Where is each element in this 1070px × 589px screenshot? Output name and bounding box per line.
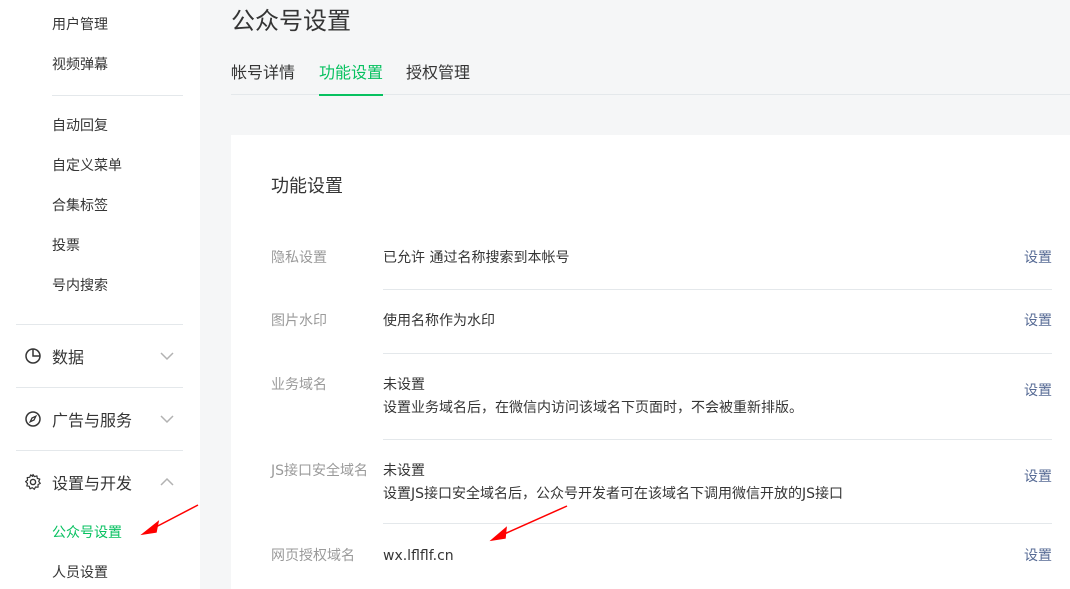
sidebar: 用户管理 视频弹幕 自动回复 自定义菜单 合集标签 投票 号内搜索 数据 广告与…: [0, 0, 200, 589]
pie-chart-icon: [24, 347, 42, 365]
chevron-down-icon: [158, 410, 176, 428]
function-settings-card: 功能设置 隐私设置 已允许 通过名称搜索到本帐号 设置 图片水印 使用名称作为水…: [231, 135, 1070, 589]
sidebar-group-label: 广告与服务: [52, 411, 133, 430]
sidebar-item-collection-tags[interactable]: 合集标签: [52, 196, 108, 216]
settings-row-watermark: 图片水印 使用名称作为水印 设置: [271, 290, 1052, 354]
tab-function-settings[interactable]: 功能设置: [319, 61, 384, 96]
sidebar-group-data[interactable]: 数据: [24, 344, 184, 368]
row-value: wx.lflflf.cn: [383, 548, 454, 564]
sidebar-item-video-danmaku[interactable]: 视频弹幕: [52, 55, 108, 75]
sidebar-divider: [52, 95, 183, 96]
sidebar-group-ads-services[interactable]: 广告与服务: [24, 407, 184, 431]
sidebar-item-user-management[interactable]: 用户管理: [52, 15, 108, 35]
row-label: 图片水印: [271, 313, 327, 329]
sidebar-divider: [16, 324, 183, 325]
settings-link[interactable]: 设置: [1024, 248, 1052, 268]
tab-authorization-management[interactable]: 授权管理: [406, 61, 470, 94]
sidebar-group-label: 设置与开发: [52, 474, 133, 493]
row-value: 使用名称作为水印: [383, 313, 495, 329]
sidebar-item-staff-settings[interactable]: 人员设置: [52, 563, 108, 583]
sidebar-divider: [16, 450, 183, 451]
row-value-description: 设置业务域名后，在微信内访问该域名下页面时，不会被重新排版。: [383, 400, 803, 416]
compass-icon: [24, 410, 42, 428]
settings-row-business-domain: 业务域名 未设置 设置业务域名后，在微信内访问该域名下页面时，不会被重新排版。 …: [271, 354, 1052, 440]
sidebar-item-in-account-search[interactable]: 号内搜索: [52, 276, 108, 296]
chevron-up-icon: [158, 473, 176, 491]
row-label: JS接口安全域名: [271, 463, 369, 479]
row-value-description: 设置JS接口安全域名后，公众号开发者可在该域名下调用微信开放的JS接口: [383, 486, 844, 502]
sidebar-divider: [16, 387, 183, 388]
tab-bar: 帐号详情 功能设置 授权管理: [231, 52, 1070, 96]
sidebar-item-vote[interactable]: 投票: [52, 236, 80, 256]
settings-link[interactable]: 设置: [1024, 381, 1052, 401]
row-label: 隐私设置: [271, 250, 327, 266]
settings-row-js-safe-domain: JS接口安全域名 未设置 设置JS接口安全域名后，公众号开发者可在该域名下调用微…: [271, 440, 1052, 524]
settings-link[interactable]: 设置: [1024, 311, 1052, 331]
row-value: 已允许 通过名称搜索到本帐号: [383, 250, 570, 266]
row-label: 业务域名: [271, 377, 327, 393]
sidebar-group-settings-dev[interactable]: 设置与开发: [24, 470, 184, 494]
sidebar-group-label: 数据: [52, 348, 85, 367]
settings-link[interactable]: 设置: [1024, 467, 1052, 487]
sidebar-item-account-settings[interactable]: 公众号设置: [52, 523, 122, 543]
sidebar-item-custom-menu[interactable]: 自定义菜单: [52, 156, 122, 176]
chevron-down-icon: [158, 347, 176, 365]
card-title: 功能设置: [271, 176, 343, 197]
sidebar-item-auto-reply[interactable]: 自动回复: [52, 116, 108, 136]
row-value-status: 未设置: [383, 463, 425, 479]
tab-account-details[interactable]: 帐号详情: [231, 61, 295, 94]
page-title: 公众号设置: [231, 7, 351, 35]
settings-link[interactable]: 设置: [1024, 546, 1052, 566]
row-value-status: 未设置: [383, 377, 425, 393]
row-label: 网页授权域名: [271, 548, 355, 564]
settings-row-oauth-domain: 网页授权域名 wx.lflflf.cn 设置: [271, 524, 1052, 589]
settings-row-privacy: 隐私设置 已允许 通过名称搜索到本帐号 设置: [271, 227, 1052, 290]
gear-icon: [24, 473, 42, 491]
